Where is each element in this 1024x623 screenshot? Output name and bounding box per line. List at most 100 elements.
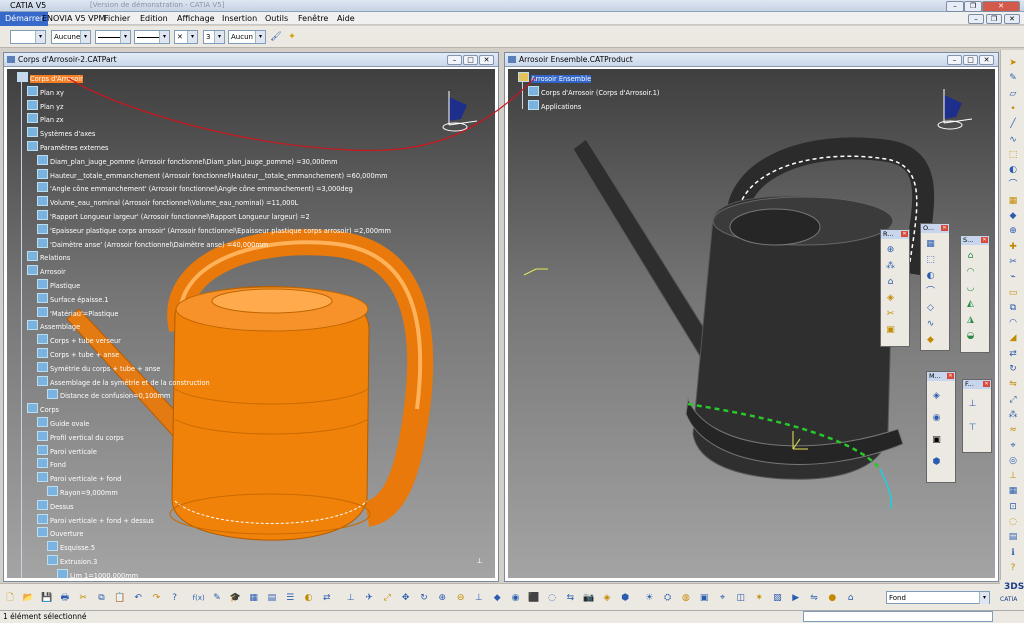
render-icon[interactable]: ◈ (600, 591, 614, 605)
palette-s[interactable]: S... ✕ ⌂ ◠ ◡ ◭ ◮ ◒ (960, 235, 990, 353)
pan-icon[interactable]: ✥ (399, 591, 413, 605)
close-icon[interactable]: ✕ (983, 381, 990, 387)
normal-icon[interactable]: ⊥ (472, 591, 486, 605)
tree-node[interactable]: Assemblage de la symétrie et de la const… (37, 375, 210, 387)
cut-icon[interactable]: ✂ (76, 591, 90, 605)
tree-node[interactable]: 'Matériau'=Plastique (37, 306, 118, 318)
trim-icon[interactable]: ⌁ (1006, 270, 1020, 284)
window-minimize-button[interactable]: – (947, 55, 962, 65)
menu-affichage[interactable]: Affichage (177, 14, 215, 23)
comment-icon[interactable]: ✎ (210, 591, 224, 605)
tree-node[interactable]: Assemblage (27, 320, 80, 331)
grid-icon[interactable]: ▦ (1006, 484, 1020, 498)
revolve-icon[interactable]: ◐ (924, 270, 937, 283)
sketch-icon[interactable]: ✎ (1006, 71, 1020, 85)
measure-icon[interactable]: ▣ (930, 434, 943, 447)
tree-node[interactable]: Profil vertical du corps (37, 430, 124, 442)
window-minimize-button[interactable]: – (447, 55, 462, 65)
revolve-icon[interactable]: ◐ (1006, 163, 1020, 177)
hide-icon[interactable]: ◌ (545, 591, 559, 605)
mdi-minimize-button[interactable]: – (968, 14, 984, 24)
tree-node[interactable]: Systèmes d'axes (27, 127, 95, 138)
palette-f[interactable]: F... ✕ ⊥ ⊤ (962, 379, 992, 453)
sheet-icon[interactable]: ▤ (265, 591, 279, 605)
measure-icon[interactable]: ⌖ (1006, 439, 1020, 453)
tree-node[interactable]: Paroi verticale + fond (37, 472, 121, 483)
axis-icon[interactable]: ⊥ (1006, 469, 1020, 483)
fillet-icon[interactable]: ◈ (884, 292, 897, 305)
fill-icon[interactable]: ◆ (924, 334, 937, 347)
palette-r[interactable]: R... ✕ ⊕ ⁂ ⌂ ◈ ✂ ▣ (880, 229, 910, 347)
close-icon[interactable]: ✕ (901, 231, 908, 237)
shading-icon[interactable]: ◉ (509, 591, 523, 605)
tree-node[interactable]: 'Angle cône emmanchement' (Arrosoir fonc… (37, 182, 353, 193)
tree-node[interactable]: 'Rapport Longueur largeur' (Arrosoir fon… (37, 210, 310, 221)
tree-node[interactable]: Plastique (37, 279, 80, 290)
apply-material-icon[interactable]: ⬢ (618, 591, 632, 605)
sweep-icon[interactable]: ⌒ (924, 286, 937, 299)
video-icon[interactable]: ▶ (789, 591, 803, 605)
tree-node[interactable]: Arrosoir (27, 265, 66, 276)
swap-space-icon[interactable]: ⇆ (563, 591, 577, 605)
paste-icon[interactable]: 📋 (113, 591, 127, 605)
scale-icon[interactable]: ⤢ (1006, 393, 1020, 407)
compass-icon[interactable] (442, 91, 478, 132)
zoom-out-icon[interactable]: ⊖ (454, 591, 468, 605)
point-symbol-select[interactable]: ✕ ▾ (174, 30, 198, 44)
layer-icon[interactable]: ▤ (1006, 530, 1020, 544)
menu-enovia[interactable]: ENOVIA V5 VPM (42, 14, 105, 23)
tree-node[interactable]: Corps d'Arrosoir (Corps d'Arrosoir.1) (528, 85, 660, 97)
painter-icon[interactable]: 🖌 (269, 30, 283, 44)
window-close-button[interactable]: ✕ (479, 55, 494, 65)
tree-node[interactable]: Plan zx (27, 113, 64, 124)
window-title-bar[interactable]: Arrosoir Ensemble.CATProduct – □ ✕ (505, 53, 998, 67)
lineweight-select[interactable]: ▾ (134, 30, 170, 44)
window-maximize-button[interactable]: □ (963, 55, 978, 65)
hide-show-icon[interactable]: ◐ (302, 591, 316, 605)
tree-node[interactable]: Distance de confusion=0,100mm (47, 389, 170, 400)
print-icon[interactable]: 🖶 (58, 591, 72, 605)
trim-icon[interactable]: ▣ (884, 324, 897, 337)
tree-node[interactable]: Corps d'Arrosoir (17, 72, 83, 83)
plane-icon[interactable]: ▱ (1006, 87, 1020, 101)
window-title-bar[interactable]: Corps d'Arrosoir-2.CATPart – □ ✕ (4, 53, 498, 67)
tree-node[interactable]: Corps + tube + anse (37, 348, 119, 359)
info-icon[interactable]: ℹ (1006, 546, 1020, 560)
split-icon[interactable]: ✂ (1006, 255, 1020, 269)
tree-node[interactable]: Esquisse.5 (47, 541, 95, 552)
tree-node[interactable]: Rayon=9,000mm (47, 486, 118, 497)
offset-icon[interactable]: ▦ (1006, 194, 1020, 208)
mdi-close-button[interactable]: ✕ (1004, 14, 1020, 24)
tree-node[interactable]: Ouverture (37, 527, 83, 538)
point-icon[interactable]: • (1006, 102, 1020, 116)
hide-icon[interactable]: ◌ (1006, 515, 1020, 529)
join-icon[interactable]: ⊕ (884, 244, 897, 257)
close-icon[interactable]: ✕ (941, 225, 948, 231)
tree-node[interactable]: Paramètres externes (27, 141, 108, 152)
properties-icon[interactable]: ✦ (285, 30, 299, 44)
pattern-icon[interactable]: ⁂ (1006, 408, 1020, 422)
heal-icon[interactable]: ✚ (1006, 240, 1020, 254)
turntable-icon[interactable]: ◍ (679, 591, 693, 605)
split-icon[interactable]: ✂ (884, 308, 897, 321)
measure-icon[interactable]: ◉ (930, 412, 943, 425)
tree-node[interactable]: Volume_eau_nominal (Arrosoir fonctionnel… (37, 196, 298, 207)
tree-node[interactable]: Hauteur__totale_emmanchement (Arrosoir f… (37, 168, 388, 180)
copy-icon[interactable]: ⧉ (95, 591, 109, 605)
mdi-restore-button[interactable]: ❐ (986, 14, 1002, 24)
zoom-in-icon[interactable]: ⊕ (435, 591, 449, 605)
close-button[interactable]: ✕ (982, 1, 1020, 12)
catalog-icon[interactable]: ☰ (283, 591, 297, 605)
scene-icon[interactable]: ▣ (697, 591, 711, 605)
tree-node[interactable]: Applications (528, 99, 581, 111)
extrude-icon[interactable]: ⬚ (924, 254, 937, 267)
symmetry-icon[interactable]: ⇋ (1006, 377, 1020, 391)
tree-node[interactable]: Relations (27, 251, 70, 262)
transparency-select[interactable]: Aucune ▾ (51, 30, 91, 44)
tree-node[interactable]: Lim 1=1000,000mm (57, 568, 138, 578)
viewport-left[interactable]: ⟂ Corps d'Arrosoir Plan xy Plan yz Plan zx S… (7, 69, 495, 578)
tree-node[interactable]: Fond (37, 458, 66, 469)
fill-icon[interactable]: ◆ (1006, 209, 1020, 223)
window-close-button[interactable]: ✕ (979, 55, 994, 65)
command-input[interactable] (803, 611, 993, 622)
